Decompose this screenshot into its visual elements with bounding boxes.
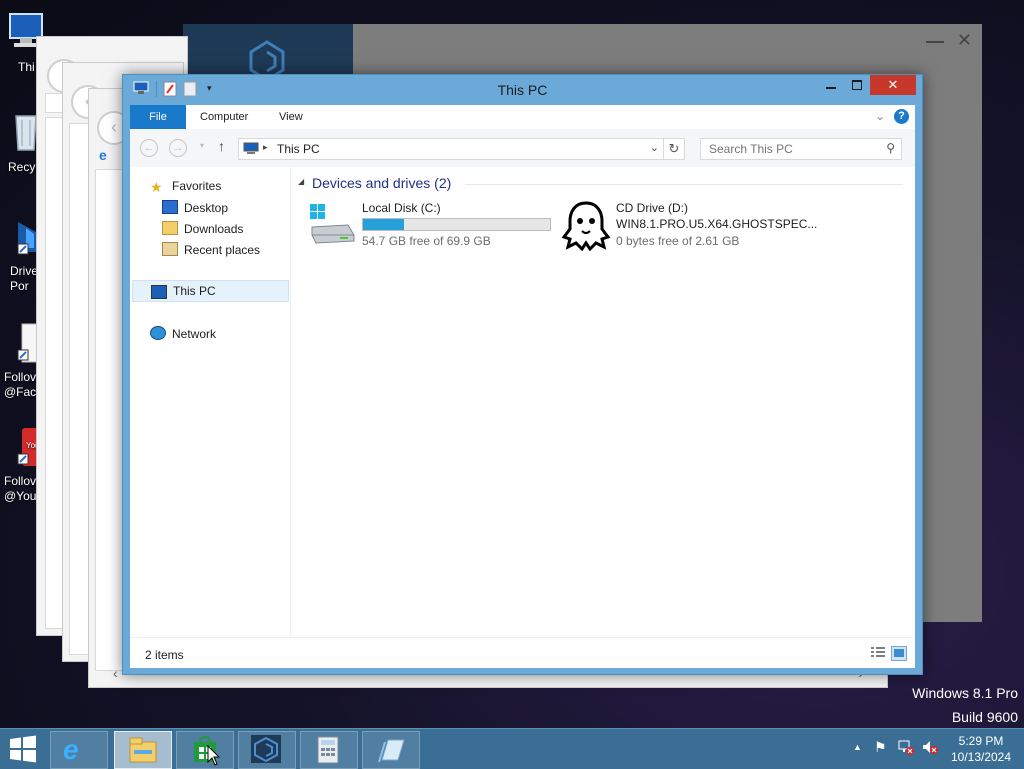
refresh-button[interactable]: ↻ <box>663 138 685 160</box>
search-box[interactable]: ⚲ <box>700 138 902 160</box>
taskbar: e ▲ ⚑ 5:29 PM 10/13/2024 <box>0 728 1024 769</box>
action-center-flag-icon[interactable]: ⚑ <box>874 739 887 756</box>
drive-local-disk-c[interactable]: Local Disk (C:) 54.7 GB free of 69.9 GB <box>302 199 552 251</box>
drive-volume-label: WIN8.1.PRO.U5.X64.GHOSTSPEC... <box>616 217 818 231</box>
back-button[interactable]: ← <box>140 139 158 157</box>
taskbar-driver-app[interactable] <box>238 731 296 769</box>
drive-name: CD Drive (D:) <box>616 201 688 215</box>
tab-view[interactable]: View <box>279 105 303 129</box>
large-icons-view-icon <box>894 649 904 657</box>
breadcrumb[interactable]: This PC <box>277 142 320 156</box>
taskbar-notepad[interactable] <box>362 731 420 769</box>
section-title: Devices and drives (2) <box>312 175 452 191</box>
help-icon[interactable]: ? <box>894 109 909 124</box>
volume-muted-icon[interactable] <box>922 739 938 755</box>
ie-tab-icon: e <box>99 147 107 163</box>
status-bar: 2 items <box>130 637 915 668</box>
drive-usage-bar <box>362 218 551 231</box>
maximize-button[interactable] <box>844 75 870 95</box>
file-explorer-window[interactable]: ▾ This PC ✕ File Computer View ⌄ ? ← → ▾… <box>122 74 923 675</box>
drive-free-space: 0 bytes free of 2.61 GB <box>616 234 740 248</box>
close-button[interactable]: ✕ <box>870 75 916 95</box>
details-view-button[interactable] <box>871 647 885 659</box>
drive-cd-d[interactable]: CD Drive (D:) WIN8.1.PRO.U5.X64.GHOSTSPE… <box>560 199 840 251</box>
scroll-left-icon[interactable]: ‹ <box>113 665 118 681</box>
drive-free-space: 54.7 GB free of 69.9 GB <box>362 234 491 248</box>
pane-divider[interactable] <box>290 167 291 637</box>
navigation-bar: ← → ▾ ↑ ▸ This PC ⌄ ↻ ⚲ <box>130 129 915 167</box>
start-button[interactable] <box>8 735 40 763</box>
navigation-pane: ★ Favorites Desktop Downloads Recent plac… <box>130 167 290 637</box>
nav-label: This PC <box>173 284 216 298</box>
nav-label: Favorites <box>172 179 222 193</box>
ribbon-tabs: File Computer View ⌄ ? <box>130 105 915 130</box>
windows-version-watermark: Windows 8.1 Pro <box>912 685 1018 701</box>
window-title: This PC <box>497 82 548 98</box>
taskbar-calculator[interactable] <box>300 731 358 769</box>
large-icons-view-button[interactable] <box>891 646 907 661</box>
computer-icon <box>151 285 167 299</box>
tab-file[interactable]: File <box>130 105 186 129</box>
nav-item-this-pc[interactable]: This PC <box>132 280 289 302</box>
app-logo-icon <box>251 735 281 763</box>
nav-item-network[interactable]: Network <box>150 326 216 341</box>
network-icon <box>150 326 166 340</box>
forward-button[interactable]: → <box>169 139 187 157</box>
network-disconnected-icon[interactable] <box>898 739 914 755</box>
hard-drive-icon <box>310 204 355 244</box>
file-explorer-icon <box>129 737 157 763</box>
nav-label: Downloads <box>184 222 244 236</box>
close-icon[interactable]: ✕ <box>957 30 972 51</box>
section-header-devices[interactable]: ◢ Devices and drives (2) <box>298 175 903 195</box>
search-input[interactable] <box>707 141 871 157</box>
clock-date: 10/13/2024 <box>950 750 1012 764</box>
recent-places-icon <box>162 242 178 256</box>
expand-ribbon-icon[interactable]: ⌄ <box>875 109 885 123</box>
nav-item-favorites[interactable]: ★ Favorites <box>150 179 222 195</box>
breadcrumb-separator-icon[interactable]: ▸ <box>263 142 268 153</box>
nav-label: Recent places <box>184 243 261 257</box>
ghost-drive-icon <box>561 201 611 251</box>
calculator-icon <box>317 736 339 764</box>
minimize-button[interactable] <box>926 41 944 43</box>
taskbar-file-explorer[interactable] <box>114 731 172 769</box>
clock[interactable]: 5:29 PM 10/13/2024 <box>946 733 1016 765</box>
recent-locations-icon[interactable]: ▾ <box>200 141 204 150</box>
up-button[interactable]: ↑ <box>218 138 225 154</box>
section-rule <box>465 184 903 185</box>
details-view-icon <box>871 647 885 657</box>
nav-item-downloads[interactable]: Downloads <box>162 221 243 236</box>
notepad-icon <box>378 739 405 762</box>
title-bar[interactable]: ▾ This PC ✕ <box>123 75 922 103</box>
drive-name: Local Disk (C:) <box>362 201 441 215</box>
downloads-folder-icon <box>162 221 178 235</box>
close-icon: ✕ <box>887 77 899 92</box>
computer-icon <box>243 142 259 154</box>
internet-explorer-icon: e <box>63 734 79 765</box>
nav-item-recent-places[interactable]: Recent places <box>162 242 260 257</box>
show-hidden-icons[interactable]: ▲ <box>853 742 862 752</box>
nav-item-desktop[interactable]: Desktop <box>162 200 228 215</box>
content-area: ★ Favorites Desktop Downloads Recent plac… <box>130 167 915 637</box>
item-count: 2 items <box>145 648 184 662</box>
drive-usage-fill <box>363 219 404 230</box>
star-icon: ★ <box>150 179 163 195</box>
mouse-cursor-icon <box>207 745 221 766</box>
nav-label: Network <box>172 327 217 341</box>
address-dropdown-icon[interactable]: ⌄ <box>650 141 659 154</box>
windows-logo-icon <box>10 735 36 763</box>
search-icon[interactable]: ⚲ <box>886 141 895 155</box>
address-bar[interactable]: ▸ This PC ⌄ <box>238 138 664 160</box>
collapse-icon[interactable]: ◢ <box>298 177 304 186</box>
windows-build-watermark: Build 9600 <box>951 709 1018 725</box>
taskbar-internet-explorer[interactable]: e <box>50 731 108 769</box>
desktop-icon <box>162 200 178 214</box>
tab-computer[interactable]: Computer <box>200 105 248 129</box>
nav-label: Desktop <box>184 201 229 215</box>
clock-time: 5:29 PM <box>958 734 1004 748</box>
taskbar-store[interactable] <box>176 731 234 769</box>
minimize-button[interactable] <box>818 75 844 95</box>
